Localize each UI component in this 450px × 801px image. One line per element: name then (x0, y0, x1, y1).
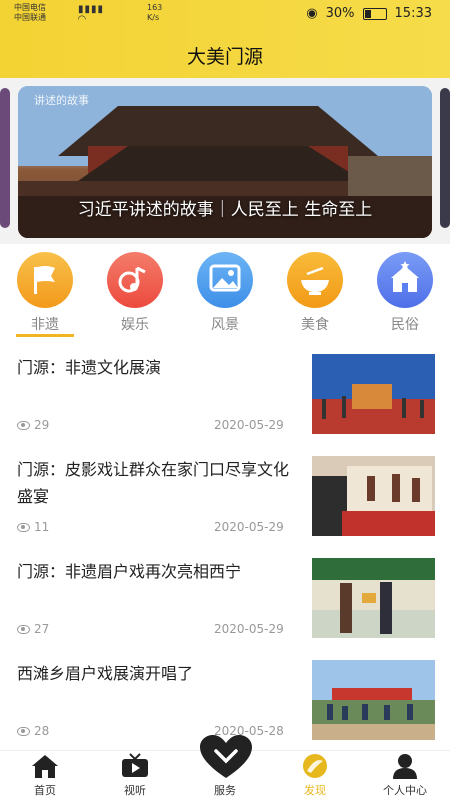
category-label: 娱乐 (121, 317, 149, 333)
active-category-indicator (16, 334, 74, 337)
news-title: 门源：非遗眉户戏再次亮相西宁 (17, 562, 242, 581)
news-date: 2020-05-29 (214, 520, 284, 534)
user-icon (391, 753, 419, 779)
heart-icon[interactable] (198, 734, 254, 780)
network-speed: 163 K/s (147, 3, 163, 22)
tab-label: 个人中心 (383, 784, 427, 797)
landscape-icon (197, 252, 253, 308)
list-item[interactable]: 门源：非遗眉户戏再次亮相西宁 27 2020-05-29 (0, 558, 450, 660)
home-icon (31, 753, 59, 779)
tab-profile[interactable]: 个人中心 (370, 753, 440, 798)
news-thumbnail[interactable] (312, 558, 435, 638)
list-item[interactable]: 门源：皮影戏让群众在家门口尽享文化盛宴 11 2020-05-29 (0, 456, 450, 558)
banner-small-caption: 讲述的故事 (34, 94, 89, 107)
carrier-1: 中国电信 (14, 3, 46, 12)
carrier-2: 中国联通 (14, 13, 46, 22)
banner-caption: 习近平讲述的故事｜人民至上 生命至上 (77, 200, 373, 220)
news-thumbnail[interactable] (312, 660, 435, 740)
view-count: 27 (17, 622, 49, 636)
tab-label: 视听 (124, 784, 146, 797)
tab-discover[interactable]: 发现 (280, 753, 350, 798)
category-label: 民俗 (391, 317, 419, 333)
news-title: 门源：非遗文化展演 (17, 358, 162, 377)
tab-label: 发现 (304, 784, 326, 797)
eye-icon (17, 420, 30, 430)
eye-comfort-icon: ◉ (306, 6, 318, 21)
app-header: 大美门源 (0, 30, 450, 78)
news-title: 门源：皮影戏让群众在家门口尽享文化盛宴 (17, 460, 290, 506)
music-icon (107, 252, 163, 308)
news-date: 2020-05-29 (214, 622, 284, 636)
view-count: 29 (17, 418, 49, 432)
category-label: 风景 (211, 317, 239, 333)
category-fengjing[interactable]: 风景 (195, 252, 255, 334)
tab-video[interactable]: 视听 (100, 753, 170, 798)
view-count: 11 (17, 520, 49, 534)
tab-home[interactable]: 首页 (10, 753, 80, 798)
banner-carousel[interactable]: 讲述的故事 习近平讲述的故事｜人民至上 生命至上 (0, 78, 450, 244)
battery-percent: 30% (325, 6, 355, 21)
news-thumbnail[interactable] (312, 456, 435, 536)
discover-icon (301, 753, 329, 779)
carrier-info: 中国电信 中国联通 ▮▮▮▮ ◠ 163 K/s (14, 3, 162, 25)
prev-banner-peek[interactable] (0, 88, 10, 228)
flag-icon (17, 252, 73, 308)
banner-slide[interactable]: 讲述的故事 习近平讲述的故事｜人民至上 生命至上 (18, 86, 432, 238)
list-item[interactable]: 门源：非遗文化展演 29 2020-05-29 (0, 354, 450, 456)
category-label: 非遗 (31, 317, 59, 333)
eye-icon (17, 726, 30, 736)
news-date: 2020-05-29 (214, 418, 284, 432)
food-bowl-icon (287, 252, 343, 308)
category-minsu[interactable]: 民俗 (375, 252, 435, 334)
clock: 15:33 (394, 6, 432, 21)
category-label: 美食 (301, 317, 329, 333)
tab-label: 首页 (34, 784, 56, 797)
category-meishi[interactable]: 美食 (285, 252, 345, 334)
page-title: 大美门源 (186, 46, 263, 68)
next-banner-peek[interactable] (440, 88, 450, 228)
house-icon (377, 252, 433, 308)
news-thumbnail[interactable] (312, 354, 435, 434)
view-count: 28 (17, 724, 49, 738)
news-title: 西滩乡眉户戏展演开唱了 (17, 664, 194, 683)
category-row: 非遗 娱乐 风景 美食 民俗 (0, 248, 450, 340)
category-feiyi[interactable]: 非遗 (15, 252, 75, 334)
eye-icon (17, 522, 30, 532)
status-bar: 中国电信 中国联通 ▮▮▮▮ ◠ 163 K/s ◉ 30% 15:33 (0, 0, 450, 30)
category-yule[interactable]: 娱乐 (105, 252, 165, 334)
tab-label: 服务 (214, 784, 236, 797)
signal-icon: ▮▮▮▮ ◠ (78, 4, 105, 25)
tv-icon (121, 753, 149, 779)
eye-icon (17, 624, 30, 634)
status-right: ◉ 30% 15:33 (306, 6, 432, 21)
battery-icon (362, 7, 387, 20)
